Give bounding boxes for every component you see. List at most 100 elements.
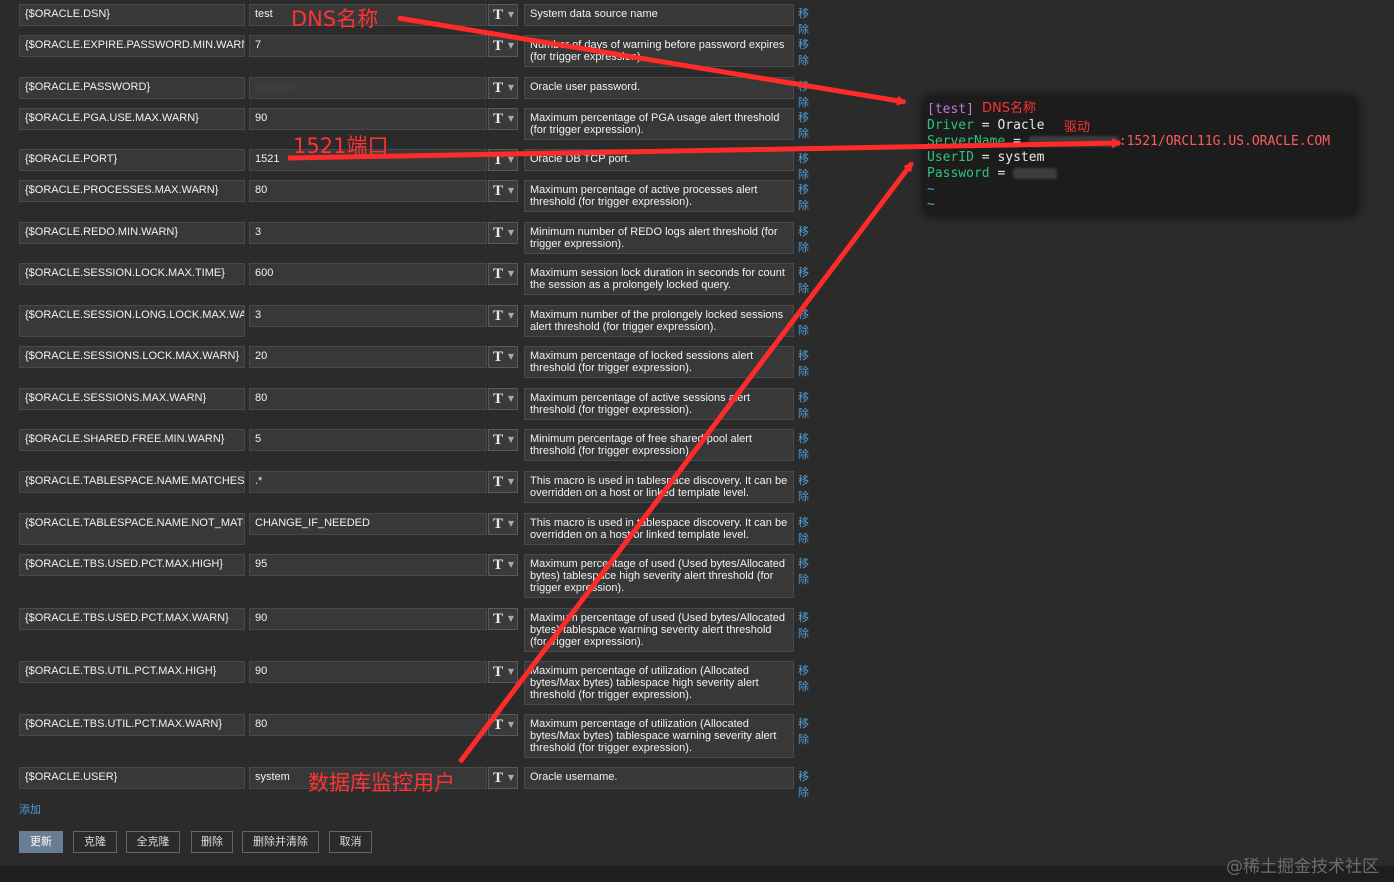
remove-link[interactable]: 移除 bbox=[798, 609, 809, 641]
remove-link[interactable]: 移除 bbox=[798, 264, 809, 296]
macro-name-field[interactable]: {$ORACLE.DSN} bbox=[19, 4, 245, 26]
remove-link[interactable]: 移除 bbox=[798, 306, 809, 338]
macro-value-field[interactable]: 90 bbox=[249, 108, 487, 130]
user-annotation: 数据库监控用户 bbox=[308, 771, 455, 795]
value-type-button[interactable]: T ▼ bbox=[488, 388, 518, 410]
macro-value-field[interactable] bbox=[249, 77, 487, 99]
macro-description-field[interactable]: Minimum number of REDO logs alert thresh… bbox=[524, 222, 794, 254]
macro-description-field[interactable]: Oracle DB TCP port. bbox=[524, 149, 794, 171]
macro-name-field[interactable]: {$ORACLE.TABLESPACE.NAME.NOT_MATCHES} bbox=[19, 513, 245, 545]
remove-link[interactable]: 移除 bbox=[798, 662, 809, 694]
clone-button[interactable]: 克隆 bbox=[73, 831, 117, 853]
value-type-button[interactable]: T ▼ bbox=[488, 714, 518, 736]
macro-description-field[interactable]: Maximum percentage of active processes a… bbox=[524, 180, 794, 212]
value-type-button[interactable]: T ▼ bbox=[488, 4, 518, 26]
macro-description-field[interactable]: Maximum percentage of used (Used bytes/A… bbox=[524, 608, 794, 652]
remove-link[interactable]: 移除 bbox=[798, 150, 809, 182]
macro-name-field[interactable]: {$ORACLE.TBS.UTIL.PCT.MAX.WARN} bbox=[19, 714, 245, 736]
macro-description-field[interactable]: Maximum number of the prolongely locked … bbox=[524, 305, 794, 337]
macro-value-field[interactable]: 600 bbox=[249, 263, 487, 285]
value-type-button[interactable]: T ▼ bbox=[488, 554, 518, 576]
macro-value-field[interactable]: CHANGE_IF_NEEDED bbox=[249, 513, 487, 535]
macro-description-field[interactable]: This macro is used in tablespace discove… bbox=[524, 513, 794, 545]
value-type-button[interactable]: T ▼ bbox=[488, 661, 518, 683]
remove-link[interactable]: 移除 bbox=[798, 181, 809, 213]
value-type-button[interactable]: T ▼ bbox=[488, 222, 518, 244]
macro-name-field[interactable]: {$ORACLE.TBS.USED.PCT.MAX.WARN} bbox=[19, 608, 245, 630]
macro-name-field[interactable]: {$ORACLE.PORT} bbox=[19, 149, 245, 171]
macro-name-field[interactable]: {$ORACLE.REDO.MIN.WARN} bbox=[19, 222, 245, 244]
macro-description-field[interactable]: Oracle username. bbox=[524, 767, 794, 789]
macro-value-field[interactable]: 7 bbox=[249, 35, 487, 57]
macro-description-field[interactable]: Maximum percentage of locked sessions al… bbox=[524, 346, 794, 378]
macro-description-field[interactable]: Maximum percentage of PGA usage alert th… bbox=[524, 108, 794, 140]
value-type-button[interactable]: T ▼ bbox=[488, 108, 518, 130]
macro-name-field[interactable]: {$ORACLE.SHARED.FREE.MIN.WARN} bbox=[19, 429, 245, 451]
remove-link[interactable]: 移除 bbox=[798, 36, 809, 68]
macro-value-field[interactable]: 80 bbox=[249, 714, 487, 736]
value-type-button[interactable]: T ▼ bbox=[488, 513, 518, 535]
macro-description-field[interactable]: Maximum session lock duration in seconds… bbox=[524, 263, 794, 295]
value-type-button[interactable]: T ▼ bbox=[488, 35, 518, 57]
value-type-button[interactable]: T ▼ bbox=[488, 305, 518, 327]
macro-name-field[interactable]: {$ORACLE.PGA.USE.MAX.WARN} bbox=[19, 108, 245, 130]
macro-name-field[interactable]: {$ORACLE.SESSIONS.LOCK.MAX.WARN} bbox=[19, 346, 245, 368]
remove-link[interactable]: 移除 bbox=[798, 5, 809, 37]
macro-name-field[interactable]: {$ORACLE.PROCESSES.MAX.WARN} bbox=[19, 180, 245, 202]
macro-value-field[interactable]: 20 bbox=[249, 346, 487, 368]
macro-value-field[interactable]: 80 bbox=[249, 180, 487, 202]
macro-value-field[interactable]: 95 bbox=[249, 554, 487, 576]
macro-description-field[interactable]: System data source name bbox=[524, 4, 794, 26]
macro-value-field[interactable]: .* bbox=[249, 471, 487, 493]
update-button[interactable]: 更新 bbox=[19, 831, 63, 853]
remove-link[interactable]: 移除 bbox=[798, 768, 809, 800]
macro-name-field[interactable]: {$ORACLE.EXPIRE.PASSWORD.MIN.WARN} bbox=[19, 35, 245, 57]
add-macro-link[interactable]: 添加 bbox=[19, 801, 41, 817]
value-type-button[interactable]: T ▼ bbox=[488, 263, 518, 285]
macro-value-field[interactable]: 3 bbox=[249, 305, 487, 327]
remove-link[interactable]: 移除 bbox=[798, 223, 809, 255]
macro-name-field[interactable]: {$ORACLE.TABLESPACE.NAME.MATCHES} bbox=[19, 471, 245, 493]
macro-description-field[interactable]: Maximum percentage of active sessions al… bbox=[524, 388, 794, 420]
value-type-button[interactable]: T ▼ bbox=[488, 429, 518, 451]
value-type-button[interactable]: T ▼ bbox=[488, 346, 518, 368]
macro-description-field[interactable]: Maximum percentage of used (Used bytes/A… bbox=[524, 554, 794, 598]
remove-link[interactable]: 移除 bbox=[798, 389, 809, 421]
macro-value-field[interactable]: 3 bbox=[249, 222, 487, 244]
macro-description-field[interactable]: Maximum percentage of utilization (Alloc… bbox=[524, 714, 794, 758]
value-type-button[interactable]: T ▼ bbox=[488, 471, 518, 493]
value-type-button[interactable]: T ▼ bbox=[488, 180, 518, 202]
remove-link[interactable]: 移除 bbox=[798, 347, 809, 379]
macro-value-field[interactable]: 80 bbox=[249, 388, 487, 410]
macro-name-field[interactable]: {$ORACLE.PASSWORD} bbox=[19, 77, 245, 99]
remove-link[interactable]: 移除 bbox=[798, 430, 809, 462]
macro-description-field[interactable]: This macro is used in tablespace discove… bbox=[524, 471, 794, 503]
macro-value-field[interactable]: 90 bbox=[249, 608, 487, 630]
remove-link[interactable]: 移除 bbox=[798, 472, 809, 504]
remove-link[interactable]: 移除 bbox=[798, 514, 809, 546]
macro-name-field[interactable]: {$ORACLE.SESSION.LOCK.MAX.TIME} bbox=[19, 263, 245, 285]
remove-link[interactable]: 移除 bbox=[798, 78, 809, 110]
value-type-button[interactable]: T ▼ bbox=[488, 77, 518, 99]
macro-name-field[interactable]: {$ORACLE.SESSION.LONG.LOCK.MAX.WARN} bbox=[19, 305, 245, 337]
macro-name-field[interactable]: {$ORACLE.TBS.UTIL.PCT.MAX.HIGH} bbox=[19, 661, 245, 683]
macro-value-field[interactable]: 5 bbox=[249, 429, 487, 451]
value-type-button[interactable]: T ▼ bbox=[488, 608, 518, 630]
macro-description-field[interactable]: Maximum percentage of utilization (Alloc… bbox=[524, 661, 794, 705]
value-type-button[interactable]: T ▼ bbox=[488, 149, 518, 171]
full-clone-button[interactable]: 全克隆 bbox=[126, 831, 180, 853]
macro-name-field[interactable]: {$ORACLE.TBS.USED.PCT.MAX.HIGH} bbox=[19, 554, 245, 576]
delete-and-clear-button[interactable]: 删除并清除 bbox=[242, 831, 319, 853]
remove-link[interactable]: 移除 bbox=[798, 555, 809, 587]
macro-description-field[interactable]: Oracle user password. bbox=[524, 77, 794, 99]
value-type-button[interactable]: T ▼ bbox=[488, 767, 518, 789]
macro-description-field[interactable]: Number of days of warning before passwor… bbox=[524, 35, 794, 67]
remove-link[interactable]: 移除 bbox=[798, 109, 809, 141]
delete-button[interactable]: 删除 bbox=[191, 831, 233, 853]
cancel-button[interactable]: 取消 bbox=[329, 831, 372, 853]
macro-description-field[interactable]: Minimum percentage of free shared pool a… bbox=[524, 429, 794, 461]
macro-name-field[interactable]: {$ORACLE.SESSIONS.MAX.WARN} bbox=[19, 388, 245, 410]
macro-value-field[interactable]: 90 bbox=[249, 661, 487, 683]
macro-name-field[interactable]: {$ORACLE.USER} bbox=[19, 767, 245, 789]
remove-link[interactable]: 移除 bbox=[798, 715, 809, 747]
